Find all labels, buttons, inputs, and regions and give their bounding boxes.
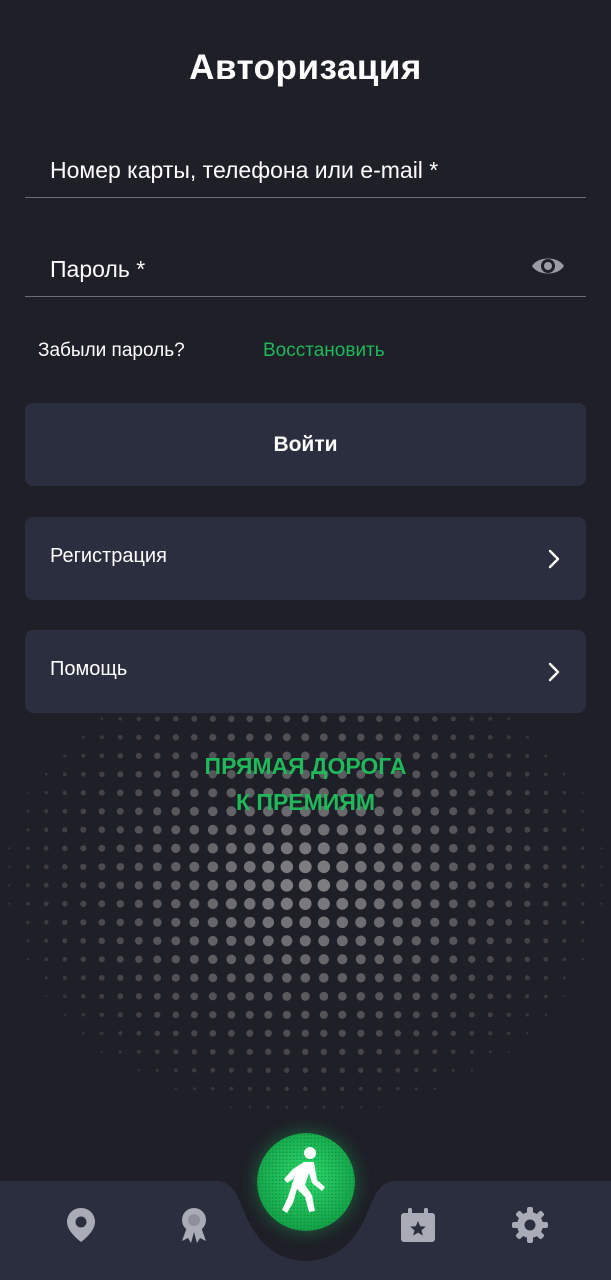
calendar-star-icon[interactable] bbox=[398, 1205, 438, 1245]
help-button[interactable]: Помощь bbox=[25, 630, 586, 713]
login-field[interactable] bbox=[25, 134, 586, 198]
register-button[interactable]: Регистрация bbox=[25, 517, 586, 600]
forgot-password-label: Забыли пароль? bbox=[38, 340, 185, 361]
restore-password-link[interactable]: Восстановить bbox=[263, 340, 385, 362]
gear-icon[interactable] bbox=[510, 1205, 550, 1245]
award-icon[interactable] bbox=[174, 1205, 214, 1245]
map-pin-icon[interactable] bbox=[61, 1205, 101, 1245]
password-field[interactable] bbox=[25, 233, 586, 297]
eye-icon[interactable] bbox=[530, 253, 566, 279]
chevron-right-icon bbox=[548, 549, 560, 569]
page-title: Авторизация bbox=[189, 48, 422, 87]
promo-line-1: ПРЯМАЯ ДОРОГА bbox=[204, 753, 407, 779]
help-label: Помощь bbox=[50, 658, 128, 680]
chevron-right-icon bbox=[548, 662, 560, 682]
promo-line-2: К ПРЕМИЯМ bbox=[235, 789, 376, 815]
login-input[interactable] bbox=[50, 150, 530, 190]
walking-icon[interactable] bbox=[257, 1133, 355, 1231]
login-button[interactable]: Войти bbox=[25, 403, 586, 486]
password-input[interactable] bbox=[50, 249, 530, 289]
register-label: Регистрация bbox=[50, 545, 167, 567]
